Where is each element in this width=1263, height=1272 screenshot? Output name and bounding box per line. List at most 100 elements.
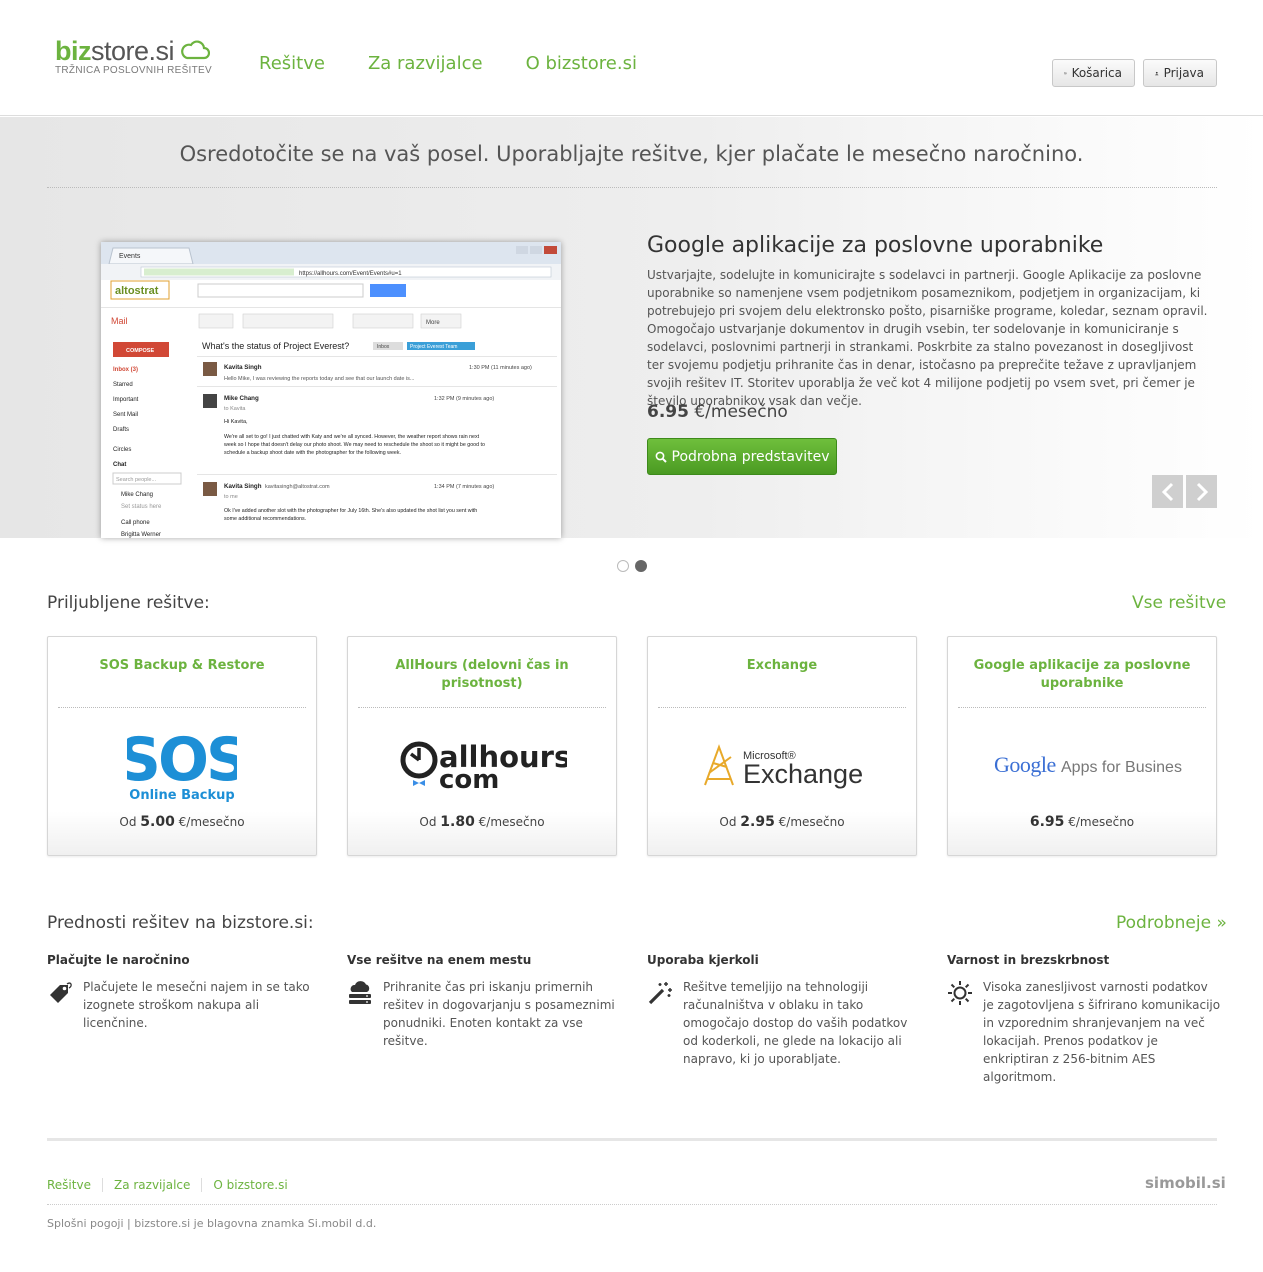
altostrat-logo: altostrat [115, 285, 159, 297]
compose-button: COMPOSE [126, 348, 154, 354]
google-apps-logo[interactable]: Google Apps for Business [948, 725, 1216, 805]
svg-text:1:30 PM (11 minutes ago): 1:30 PM (11 minutes ago) [469, 365, 532, 371]
card-title[interactable]: SOS Backup & Restore [58, 657, 306, 675]
more-button: More [426, 320, 440, 326]
svg-text:Project Everest Team: Project Everest Team [410, 344, 457, 350]
footer-link-za-razvijalce[interactable]: Za razvijalce [101, 1178, 201, 1192]
slider-dot-2[interactable] [635, 560, 647, 572]
benefit-title: Plačujte le naročnino [47, 953, 190, 967]
allhours-logo[interactable]: allhours. com [348, 725, 616, 805]
card-divider [58, 707, 306, 708]
svg-text:Hello Mike, I was reviewing th: Hello Mike, I was reviewing the reports … [224, 376, 415, 382]
svg-text:Mike Chang: Mike Chang [121, 492, 153, 498]
nav-resitve[interactable]: Rešitve [259, 53, 325, 74]
svg-text:Circles: Circles [113, 447, 131, 453]
benefit-text: Plačujete le mesečni najem in se tako iz… [83, 980, 310, 1030]
svg-text:com: com [439, 765, 499, 795]
card-price: Od 1.80 €/mesečno [419, 814, 545, 830]
login-label: Prijava [1163, 66, 1204, 80]
more-link[interactable]: Podrobneje » [1116, 913, 1227, 933]
sos-logo[interactable]: SOS Online Backup [48, 725, 316, 805]
hero-headline: Osredotočite se na vaš posel. Uporabljaj… [179, 142, 1084, 166]
svg-text:1:32 PM (9 minutes ago): 1:32 PM (9 minutes ago) [434, 396, 494, 402]
solution-card-sos[interactable]: SOS Backup & Restore SOS Online Backup O… [47, 636, 317, 856]
mail-label: Mail [111, 316, 128, 326]
magic-wand-icon [648, 982, 672, 1005]
card-price: Od 5.00 €/mesečno [119, 814, 245, 830]
svg-text:to me: to me [224, 494, 238, 500]
card-title[interactable]: Exchange [658, 657, 906, 675]
svg-text:to Kavita: to Kavita [224, 406, 246, 412]
hero-price-unit: €/mesečno [688, 402, 788, 422]
slider-dot-1[interactable] [617, 560, 629, 572]
sun-icon [948, 981, 972, 1005]
benefit-title: Uporaba kjerkoli [647, 953, 759, 967]
svg-text:Hi Kavita,: Hi Kavita, [224, 419, 248, 425]
browser-tab: Events [119, 253, 141, 260]
svg-text:Inbox (3): Inbox (3) [113, 367, 138, 373]
logo-biz: biz [55, 36, 92, 66]
solution-card-google-apps[interactable]: Google aplikacije za poslovne uporabnike… [947, 636, 1217, 856]
next-slide-button[interactable] [1186, 475, 1217, 508]
benefit-subscription: Plačujte le naročnino Plačujete le meseč… [47, 953, 322, 1032]
svg-text:Call phone: Call phone [121, 520, 150, 526]
slider-pagination [617, 560, 647, 572]
hero-divider [47, 187, 1217, 188]
exchange-logo[interactable]: Microsoft® Exchange [648, 725, 916, 805]
footer-divider-dotted [47, 1204, 1217, 1205]
benefit-title: Varnost in brezskrbnost [947, 953, 1110, 967]
product-screenshot: Events https://allhours.com/Event/Events… [101, 242, 561, 538]
nav-o-bizstore[interactable]: O bizstore.si [526, 53, 637, 74]
hero-title: Google aplikacije za poslovne uporabnike [647, 233, 1104, 258]
prev-slide-button[interactable] [1152, 475, 1183, 508]
card-title[interactable]: AllHours (delovni čas in prisotnost) [358, 657, 606, 693]
hero-price-value: 6.95 [647, 402, 689, 422]
svg-text:week so I hope that doesn't de: week so I hope that doesn't delay our ph… [224, 442, 485, 448]
svg-text:Ok I've added another slot wit: Ok I've added another slot with the phot… [224, 508, 477, 514]
login-button[interactable]: Prijava [1143, 59, 1217, 87]
all-solutions-link[interactable]: Vse rešitve [1132, 593, 1226, 613]
svg-text:Apps for Business: Apps for Business [1061, 759, 1182, 776]
cart-icon [1064, 71, 1067, 75]
svg-text:Starred: Starred [113, 382, 133, 388]
legal-text: Splošni pogoji | bizstore.si je blagovna… [47, 1217, 377, 1230]
user-icon [1155, 71, 1159, 75]
benefits-title: Prednosti rešitev na bizstore.si: [47, 913, 314, 933]
svg-text:Online Backup: Online Backup [129, 788, 234, 802]
svg-text:Google: Google [994, 752, 1056, 777]
benefit-text: Rešitve temeljijo na tehnologiji računal… [683, 980, 908, 1066]
card-title[interactable]: Google aplikacije za poslovne uporabnike [958, 657, 1206, 693]
svg-text:SOS: SOS [127, 728, 237, 795]
zoom-icon [655, 451, 667, 463]
cloud-server-icon [349, 981, 371, 1004]
logo[interactable]: bizstore.si TRŽNICA POSLOVNIH REŠITEV [55, 36, 212, 76]
details-button[interactable]: Podrobna predstavitev [647, 438, 837, 475]
solution-card-exchange[interactable]: Exchange Microsoft® Exchange Od 2.95 €/m… [647, 636, 917, 856]
card-price: Od 2.95 €/mesečno [719, 814, 845, 830]
simobil-logo[interactable]: simobil.si [1145, 1174, 1226, 1192]
nav-za-razvijalce[interactable]: Za razvijalce [368, 53, 483, 74]
benefit-title: Vse rešitve na enem mestu [347, 953, 532, 967]
svg-text:Exchange: Exchange [743, 759, 863, 789]
price-tag-icon [50, 982, 72, 1003]
details-button-label: Podrobna predstavitev [671, 448, 830, 465]
svg-text:kavitasingh@altostrat.com: kavitasingh@altostrat.com [265, 484, 330, 490]
card-price: 6.95 €/mesečno [1029, 814, 1135, 830]
footer-link-o-bizstore[interactable]: O bizstore.si [201, 1178, 298, 1192]
chevron-left-icon [1161, 482, 1173, 501]
card-divider [358, 707, 606, 708]
main-nav: Rešitve Za razvijalce O bizstore.si [259, 53, 680, 74]
svg-text:Set status here: Set status here [121, 504, 162, 510]
svg-text:schedule a backup shoot date w: schedule a backup shoot date with the ph… [224, 450, 401, 456]
svg-text:some additional recommendation: some additional recommendations. [224, 516, 306, 522]
solution-card-allhours[interactable]: AllHours (delovni čas in prisotnost) all… [347, 636, 617, 856]
svg-text:Inbox: Inbox [377, 344, 390, 350]
footer-link-resitve[interactable]: Rešitve [47, 1178, 102, 1192]
cart-button[interactable]: Košarica [1052, 59, 1135, 87]
email-subject: What's the status of Project Everest? [202, 341, 349, 351]
logo-tagline: TRŽNICA POSLOVNIH REŠITEV [55, 65, 212, 76]
benefit-text: Prihranite čas pri iskanju primernih reš… [383, 980, 615, 1048]
site-header: bizstore.si TRŽNICA POSLOVNIH REŠITEV Re… [0, 0, 1263, 116]
benefit-anywhere: Uporaba kjerkoli Rešitve temeljijo na te… [647, 953, 922, 1068]
browser-url: https://allhours.com/Event/Events#u=1 [299, 271, 402, 277]
